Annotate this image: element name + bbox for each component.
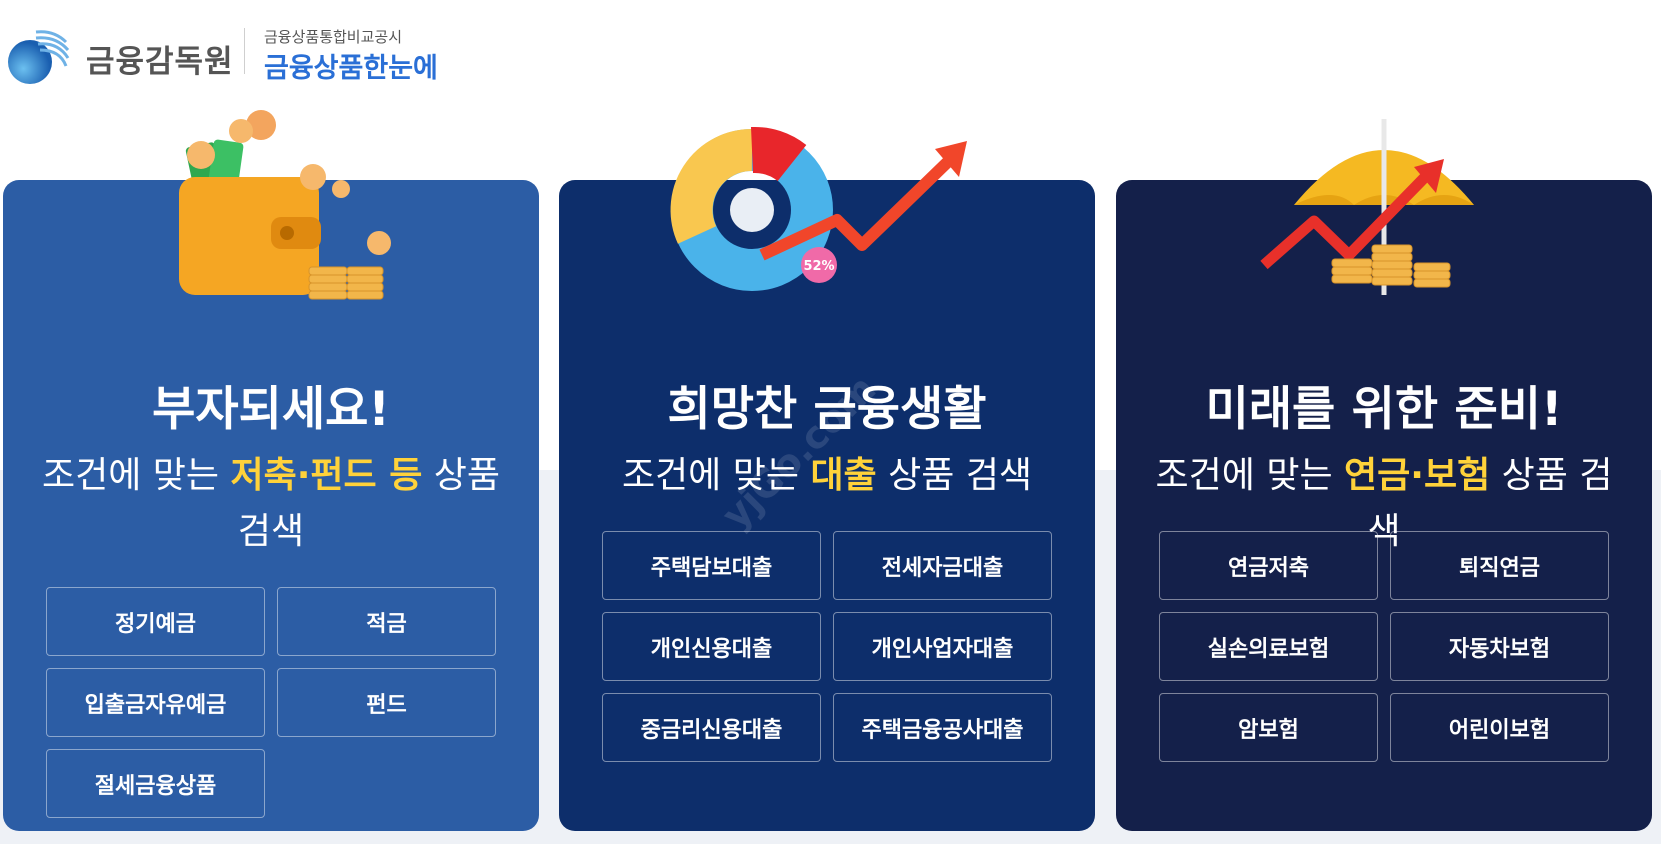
savings-card: 부자되세요! 조건에 맞는 저축·펀드 등 상품 검색 정기예금 적금 입출금자… bbox=[3, 110, 539, 831]
button-installment-savings[interactable]: 적금 bbox=[277, 587, 496, 656]
wallet-coins-icon bbox=[179, 110, 391, 300]
desc-highlight: 연금·보험 bbox=[1344, 455, 1491, 496]
site-title[interactable]: 금융상품한눈에 bbox=[264, 46, 438, 85]
card-description: 조건에 맞는 대출 상품 검색 bbox=[589, 448, 1065, 504]
chart-badge: 52% bbox=[803, 259, 834, 274]
header-subtitle: 금융상품통합비교공시 bbox=[264, 28, 403, 46]
button-personal-credit-loan[interactable]: 개인신용대출 bbox=[602, 612, 821, 681]
button-mid-rate-loan[interactable]: 중금리신용대출 bbox=[602, 693, 821, 762]
button-business-loan[interactable]: 개인사업자대출 bbox=[833, 612, 1052, 681]
product-button-grid: 연금저축 퇴직연금 실손의료보험 자동차보험 암보험 어린이보험 bbox=[1159, 531, 1609, 762]
button-mortgage-loan[interactable]: 주택담보대출 bbox=[602, 531, 821, 600]
button-time-deposit[interactable]: 정기예금 bbox=[46, 587, 265, 656]
fss-globe-logo-icon[interactable] bbox=[6, 20, 72, 86]
button-demand-deposit[interactable]: 입출금자유예금 bbox=[46, 668, 265, 737]
pension-card: 미래를 위한 준비! 조건에 맞는 연금·보험 상품 검색 연금저축 퇴직연금 … bbox=[1116, 119, 1652, 831]
button-hf-loan[interactable]: 주택금융공사대출 bbox=[833, 693, 1052, 762]
desc-highlight: 저축·펀드 등 bbox=[230, 455, 423, 496]
card-description: 조건에 맞는 저축·펀드 등 상품 검색 bbox=[33, 448, 509, 560]
card-title: 미래를 위한 준비! bbox=[1205, 382, 1563, 437]
loan-card: 52% 희망찬 금융생활 조건에 맞는 대출 상품 검색 주택담보대출 전세자금… bbox=[559, 126, 1095, 831]
product-button-grid: 정기예금 적금 입출금자유예금 펀드 절세금융상품 bbox=[46, 587, 496, 818]
desc-text: 조건에 맞는 bbox=[1155, 455, 1345, 496]
header-divider bbox=[244, 28, 245, 74]
button-medical-insurance[interactable]: 실손의료보험 bbox=[1159, 612, 1378, 681]
button-retirement-pension[interactable]: 퇴직연금 bbox=[1390, 531, 1609, 600]
donut-chart-arrow-icon: 52% bbox=[670, 126, 967, 291]
button-fund[interactable]: 펀드 bbox=[277, 668, 496, 737]
button-cancer-insurance[interactable]: 암보험 bbox=[1159, 693, 1378, 762]
button-auto-insurance[interactable]: 자동차보험 bbox=[1390, 612, 1609, 681]
card-title: 부자되세요! bbox=[152, 382, 390, 437]
umbrella-coins-arrow-icon bbox=[1260, 119, 1474, 295]
button-pension-savings[interactable]: 연금저축 bbox=[1159, 531, 1378, 600]
button-jeonse-loan[interactable]: 전세자금대출 bbox=[833, 531, 1052, 600]
desc-text: 상품 검색 bbox=[876, 455, 1033, 496]
desc-text: 조건에 맞는 bbox=[42, 455, 231, 496]
org-name: 금융감독원 bbox=[86, 44, 234, 80]
product-button-grid: 주택담보대출 전세자금대출 개인신용대출 개인사업자대출 중금리신용대출 주택금… bbox=[602, 531, 1052, 762]
button-tax-saving-product[interactable]: 절세금융상품 bbox=[46, 749, 265, 818]
site-header: 금융감독원 금융상품통합비교공시 금융상품한눈에 bbox=[0, 0, 1661, 100]
button-child-insurance[interactable]: 어린이보험 bbox=[1390, 693, 1609, 762]
